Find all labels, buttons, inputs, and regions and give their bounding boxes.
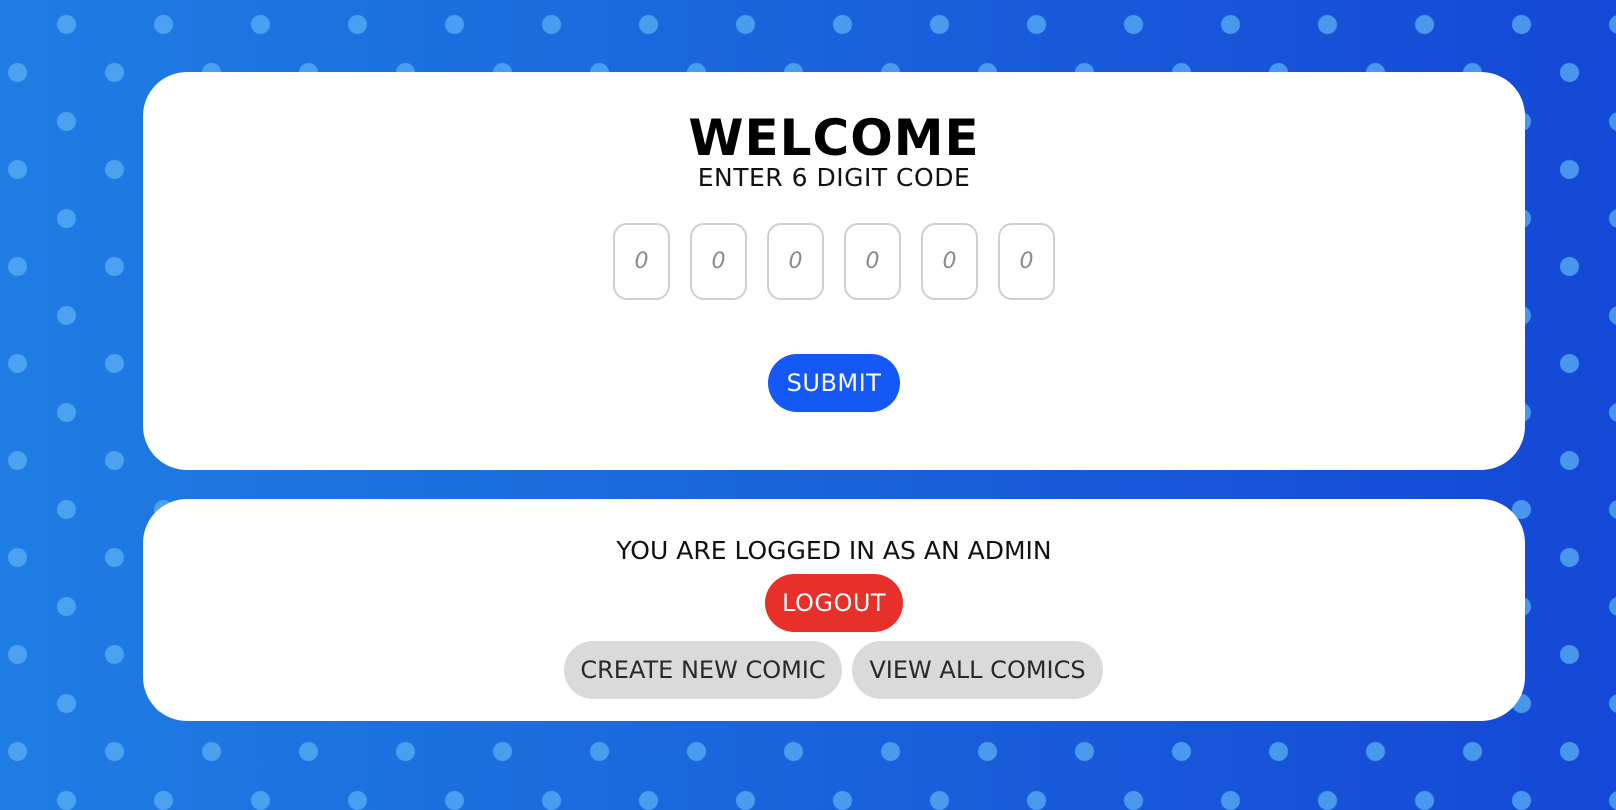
admin-card: YOU ARE LOGGED IN AS AN ADMIN LOGOUT CRE…: [143, 499, 1525, 721]
code-digit-5-input[interactable]: [921, 223, 978, 300]
code-digit-2-input[interactable]: [690, 223, 747, 300]
page-title: WELCOME: [688, 109, 980, 167]
code-instruction: ENTER 6 DIGIT CODE: [697, 163, 971, 192]
code-digit-3-input[interactable]: [767, 223, 824, 300]
view-all-comics-button[interactable]: VIEW ALL COMICS: [852, 641, 1103, 699]
code-input-group: [143, 223, 1525, 300]
code-digit-4-input[interactable]: [844, 223, 901, 300]
code-digit-6-input[interactable]: [998, 223, 1055, 300]
logout-button[interactable]: LOGOUT: [765, 574, 903, 632]
code-digit-1-input[interactable]: [613, 223, 670, 300]
create-new-comic-button[interactable]: CREATE NEW COMIC: [564, 641, 842, 699]
login-card: WELCOME ENTER 6 DIGIT CODE SUBMIT: [143, 72, 1525, 470]
submit-button[interactable]: SUBMIT: [768, 354, 900, 412]
admin-status-text: YOU ARE LOGGED IN AS AN ADMIN: [616, 536, 1052, 565]
